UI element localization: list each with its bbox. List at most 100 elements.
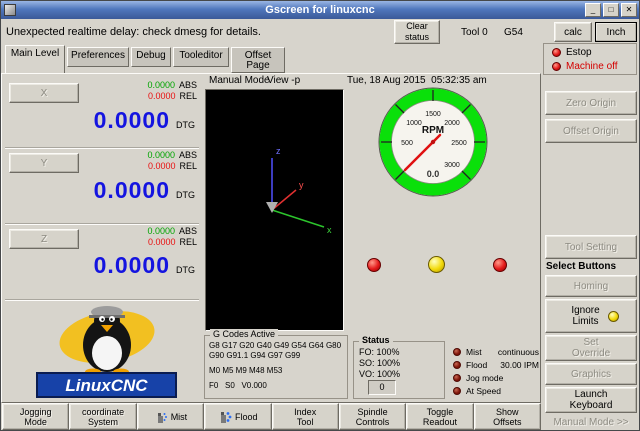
gcodes-frame-title: G Codes Active [210,329,278,339]
estop-led [552,48,561,57]
gauge-value: 0.0 [427,169,440,179]
index-tool-button[interactable]: Index Tool [272,403,339,430]
machine-off-button[interactable]: Machine off [566,61,618,72]
at-speed-indicator-label: At Speed [466,386,501,396]
abs-label: ABS [179,80,197,90]
show-offsets-button[interactable]: Show Offsets [474,403,541,430]
axis-z-label: z [276,146,281,156]
flood-led [453,361,461,369]
window-title: Gscreen for linuxcnc [1,1,639,19]
linuxcnc-logo: LinuxCNC [29,303,184,399]
zero-origin-button[interactable]: Zero Origin [545,91,637,115]
tab-main-level[interactable]: Main Level [5,45,65,73]
axis-z-abs-value: 0.0000 [147,226,175,236]
axis-x-label: x [327,225,332,235]
ignore-limits-button[interactable]: Ignore Limits [545,299,637,333]
units-button[interactable]: Inch [595,22,637,42]
graphics-button[interactable]: Graphics [545,363,637,385]
spindle-controls-button[interactable]: Spindle Controls [339,403,406,430]
estop-button[interactable]: Estop [566,47,592,58]
axis-z-rel-value: 0.0000 [148,237,176,247]
linuxcnc-logo-text: LinuxCNC [65,376,148,395]
homing-button[interactable]: Homing [545,275,637,297]
set-override-button[interactable]: Set Override [545,335,637,361]
spindle-override-label: SO: 100% [359,358,444,369]
maximize-button[interactable]: □ [603,3,619,17]
abs-label: ABS [179,226,197,236]
minimize-button[interactable]: _ [585,3,601,17]
center-status-led [428,256,445,273]
axis-z-button[interactable]: Z [9,229,79,249]
fsv-line: F0 S0 V0.000 [209,381,343,391]
coordinate-system-button[interactable]: coordinate System [69,403,136,430]
status-frame: Status FO: 100% SO: 100% VO: 100% 0 [353,341,445,399]
left-status-led [367,258,381,272]
rpm-gauge-art: 500 1000 1500 2000 2500 3000 RPM 0.0 [378,87,488,197]
tab-preferences[interactable]: Preferences [67,47,129,67]
override-entry[interactable]: 0 [368,380,396,395]
titlebar[interactable]: Gscreen for linuxcnc _ □ ✕ [1,1,639,19]
gscreen-window: Gscreen for linuxcnc _ □ ✕ Unexpected re… [0,0,640,431]
axis-z-rel-row: 0.0000 REL [97,237,197,247]
gremlin-preview[interactable]: z y x [205,89,344,331]
dtg-label: DTG [176,265,195,277]
gcode-line: G8 G17 G20 G40 G49 G54 G64 G80 [209,341,343,351]
clear-status-button[interactable]: Clear status [394,20,440,44]
mode-cycle-button[interactable]: Manual Mode >> [545,415,637,430]
gauge-tick-1500: 1500 [425,111,441,118]
view-label[interactable]: View -p [267,75,300,86]
machine-off-led [552,62,561,71]
gauge-tick-2000: 2000 [444,120,460,127]
calc-button[interactable]: calc [554,22,592,42]
axis-x-dtg-row: 0.0000 DTG [9,109,195,132]
jog-mode-led [453,374,461,382]
tool-label: Tool 0 [461,27,488,38]
axis-y-button[interactable]: Y [9,153,79,173]
jog-mode-indicator-label: Jog mode [466,373,503,383]
dtg-label: DTG [176,120,195,132]
jogging-mode-button[interactable]: Jogging Mode [2,403,69,430]
rel-label: REL [179,237,197,247]
axis-x-button[interactable]: X [9,83,79,103]
close-button[interactable]: ✕ [621,3,637,17]
gauge-tick-500: 500 [401,140,413,147]
tab-offset-page[interactable]: Offset Page [231,47,285,73]
axis-y-abs-row: 0.0000 ABS [97,150,197,160]
gcode-system-label: G54 [504,27,523,38]
flood-indicator-row: Flood 30.00 IPM [453,360,539,372]
gcode-line: G90 G91.1 G94 G97 G99 [209,351,343,361]
launch-keyboard-button[interactable]: Launch Keyboard [545,387,637,413]
tab-tooleditor[interactable]: Tooleditor [173,47,229,67]
axis-x-rel-value: 0.0000 [148,91,176,101]
jog-continuous-value: continuous [498,347,539,357]
gauge-tick-2500: 2500 [451,140,467,147]
rel-label: REL [179,91,197,101]
axis-z-dtg-value: 0.0000 [94,254,170,277]
flood-indicator-label: Flood [466,360,487,370]
axis-x-abs-row: 0.0000 ABS [97,80,197,90]
axis-x-abs-value: 0.0000 [147,80,175,90]
separator [5,147,199,149]
axis-y-dtg-row: 0.0000 DTG [9,179,195,202]
axes-graphic: z y x [206,90,343,330]
rpm-gauge: 500 1000 1500 2000 2500 3000 RPM 0.0 [378,87,488,197]
axis-y-rel-row: 0.0000 REL [97,161,197,171]
rel-label: REL [179,161,197,171]
separator [5,299,199,301]
mist-icon [154,410,168,424]
linuxcnc-logo-art: LinuxCNC [29,303,184,399]
separator [5,223,199,225]
flood-icon [218,410,232,424]
flood-button[interactable]: Flood [204,403,271,430]
tool-setting-button[interactable]: Tool Setting [545,235,637,259]
toggle-readout-button[interactable]: Toggle Readout [406,403,473,430]
mist-indicator-row: Mist continuous [453,347,539,359]
mist-button[interactable]: Mist [137,403,204,430]
offset-origin-button[interactable]: Offset Origin [545,119,637,143]
gauge-tick-3000: 3000 [444,162,460,169]
tab-debug[interactable]: Debug [131,47,171,67]
at-speed-indicator-row: At Speed [453,386,539,398]
status-frame-title: Status [359,335,393,345]
window-controls: _ □ ✕ [585,3,637,17]
axis-z-abs-row: 0.0000 ABS [97,226,197,236]
